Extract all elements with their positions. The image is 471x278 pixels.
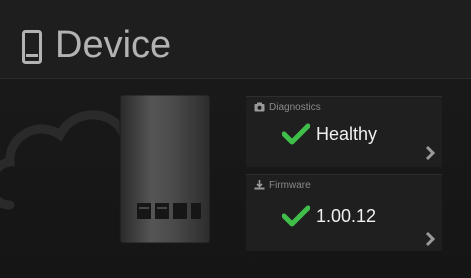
firmware-label: Firmware <box>269 179 311 191</box>
widget-header: Device <box>0 0 471 79</box>
download-icon <box>254 180 265 190</box>
firmware-label-row: Firmware <box>254 179 311 191</box>
diagnostics-status: Healthy <box>282 123 377 145</box>
chevron-right-icon[interactable] <box>424 231 436 247</box>
firmware-panel[interactable]: Firmware 1.00.12 <box>246 174 442 251</box>
checkmark-icon <box>282 205 310 227</box>
diagnostics-value: Healthy <box>316 124 378 144</box>
nas-device-image <box>119 95 211 244</box>
diagnostics-panel[interactable]: Diagnostics Healthy <box>246 96 442 167</box>
device-widget: Device Diagnostics Healthy Firmware 1.00… <box>0 0 471 278</box>
checkmark-icon <box>282 123 310 145</box>
diagnostics-label: Diagnostics <box>269 101 321 113</box>
chevron-right-icon[interactable] <box>424 145 436 161</box>
firmware-value: 1.00.12 <box>316 206 377 226</box>
widget-title: Device <box>55 24 172 66</box>
firmware-status: 1.00.12 <box>282 205 376 227</box>
cloud-illustration <box>0 110 130 210</box>
diagnostics-label-row: Diagnostics <box>254 101 321 113</box>
device-icon <box>22 30 42 64</box>
camera-icon <box>254 102 265 112</box>
